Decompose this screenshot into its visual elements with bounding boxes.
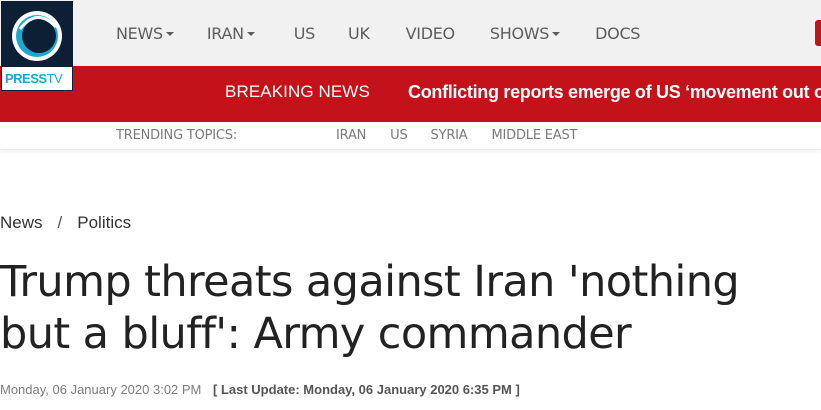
chevron-down-icon [246,32,255,36]
presstv-wordmark: PRESSTV [2,67,72,90]
breaking-news-label: BREAKING NEWS [225,82,370,101]
nav-item-uk[interactable]: UK [348,24,370,43]
chevron-down-icon [552,32,561,36]
nav-item-docs[interactable]: DOCS [595,24,640,43]
nav-item-shows[interactable]: SHOWS [489,23,561,43]
presstv-logo[interactable]: PRESSTV [1,1,73,91]
published-date: Monday, 06 January 2020 3:02 PM [0,382,202,397]
trending-topic-us[interactable]: US [390,122,408,149]
wordmark-press: PRESS [5,71,47,86]
breadcrumb-link-politics[interactable]: Politics [77,213,131,233]
breadcrumb-link-news[interactable]: News [0,213,43,233]
article-title: Trump threats against Iran 'nothing but … [0,257,740,359]
nav-item-us[interactable]: US [293,23,316,43]
last-update-date: [ Last Update: Monday, 06 January 2020 6… [213,382,520,397]
trending-topic-iran[interactable]: IRAN [336,122,366,149]
nav-item-news[interactable]: NEWS [116,24,174,43]
nav-item-label: IRAN [206,23,244,43]
trending-topics-list: IRAN US SYRIA MIDDLE EAST [336,122,597,149]
nav-item-video[interactable]: VIDEO [405,23,456,43]
nav-item-label: UK [348,23,370,43]
chevron-down-icon [165,32,174,36]
article-meta: Monday, 06 January 2020 3:02 PM [ Last U… [0,382,520,397]
wordmark-tv: TV [46,71,63,86]
trending-topic-middle-east[interactable]: MIDDLE EAST [492,122,578,149]
breadcrumb: News / Politics [0,213,131,233]
nav-item-label: VIDEO [405,23,456,43]
nav-item-label: SHOWS [489,23,550,43]
breaking-news-bar: BREAKING NEWS Conflicting reports emerge… [0,66,821,122]
nav-item-label: DOCS [595,23,641,43]
nav-item-iran[interactable]: IRAN [207,24,255,43]
trending-topics-bar: TRENDING TOPICS: IRAN US SYRIA MIDDLE EA… [0,122,821,150]
breaking-news-headline-link[interactable]: Conflicting reports emerge of US ‘moveme… [408,66,821,122]
trending-topics-label: TRENDING TOPICS: [116,128,238,143]
header-action-button[interactable] [815,20,821,46]
breadcrumb-separator: / [57,213,63,232]
trending-topic-syria[interactable]: SYRIA [431,122,468,149]
nav-item-label: US [293,23,316,43]
nav-item-label: NEWS [116,23,163,43]
presstv-eye-logo-icon [12,11,62,61]
main-nav: NEWS IRAN US UK VIDEO SHOWS DOCS [116,0,640,66]
top-navigation-bar: PRESSTV NEWS IRAN US UK VIDEO SHOWS DOCS [0,0,821,91]
